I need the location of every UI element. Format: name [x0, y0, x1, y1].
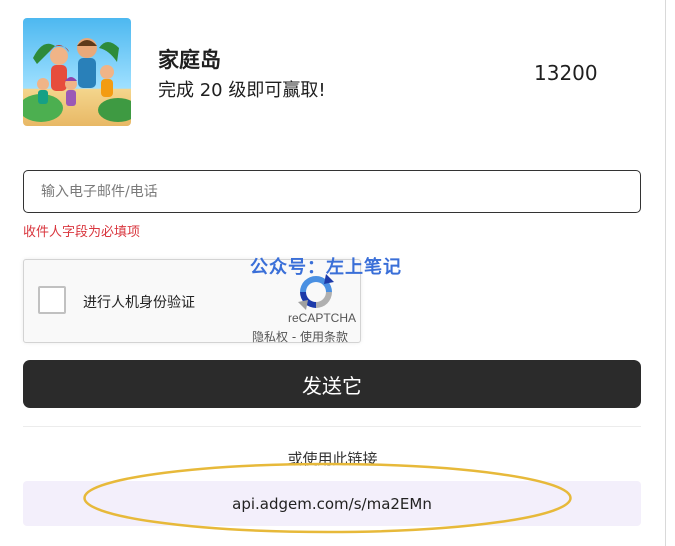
recaptcha-brand: reCAPTCHA	[287, 311, 356, 325]
terms-link[interactable]: 使用条款	[300, 330, 348, 344]
alt-link-label: 或使用此链接	[287, 450, 378, 468]
send-offer-page: 家庭岛 完成 20 级即可赢取! 13200 收件人字段为必填项 进行人机身份验…	[0, 0, 675, 546]
recaptcha-label: 进行人机身份验证	[83, 295, 195, 311]
scroll-rail	[665, 0, 666, 546]
recaptcha-links: 隐私权 - 使用条款	[252, 328, 348, 345]
watermark-text: 公众号：左上笔记	[250, 257, 402, 278]
offer-description: 完成 20 级即可赢取!	[158, 80, 326, 101]
contact-input[interactable]	[23, 170, 641, 213]
recaptcha-checkbox[interactable]	[38, 286, 66, 314]
send-button[interactable]: 发送它	[23, 360, 641, 408]
offer-reward: 13200	[534, 61, 598, 85]
family-island-game-art	[23, 18, 131, 126]
offer-title: 家庭岛	[158, 48, 221, 72]
game-thumbnail	[23, 18, 131, 126]
divider	[23, 426, 641, 427]
share-link[interactable]: api.adgem.com/s/ma2EMn	[23, 481, 641, 526]
link-separator: -	[288, 330, 300, 344]
error-message: 收件人字段为必填项	[23, 225, 141, 240]
privacy-link[interactable]: 隐私权	[252, 330, 288, 344]
